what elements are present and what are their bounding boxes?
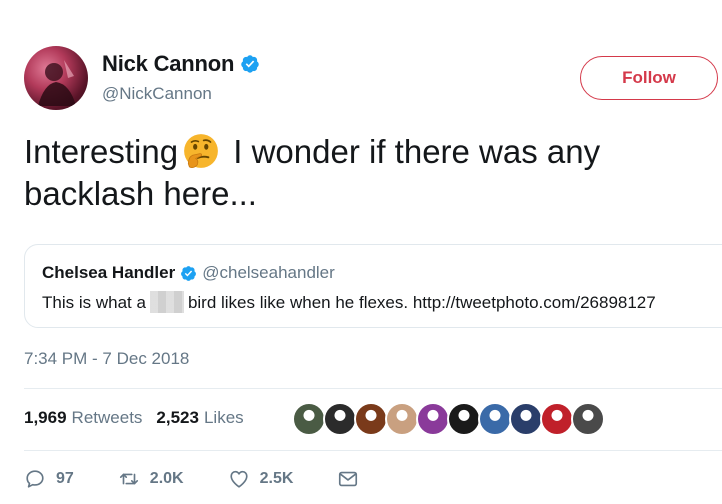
divider [24,388,722,389]
retweet-icon [119,473,138,485]
quoted-tweet-text: This is what a bird likes like when he fl… [42,291,656,313]
verified-badge-icon [181,265,197,281]
direct-message-button[interactable] [337,468,359,490]
tweet-timestamp[interactable]: 7:34 PM - 7 Dec 2018 [24,349,189,369]
tweet-actions: 97 2.0K 2.5K [24,468,403,490]
tweet-stats: 1,969 Retweets 2,523 Likes [24,408,244,428]
divider [24,450,722,451]
likes-stat[interactable]: 2,523 Likes [156,408,243,428]
retweet-count: 2.0K [149,470,184,487]
liker-avatar[interactable] [416,402,450,436]
heart-icon [229,470,248,488]
liker-avatar[interactable] [540,402,574,436]
verified-badge-icon [241,55,260,73]
quoted-author-handle: @chelseahandler [202,263,335,282]
follow-button[interactable]: Follow [580,56,718,100]
liker-avatar[interactable] [385,402,419,436]
tweet-text-part-1: Interesting [24,133,179,170]
quoted-tweet[interactable]: Chelsea Handler @chelseahandler This is … [24,244,722,328]
liker-avatars [292,402,605,436]
retweet-button[interactable]: 2.0K [118,468,184,490]
like-button[interactable]: 2.5K [228,468,294,490]
liker-avatar[interactable] [509,402,543,436]
envelope-icon [339,471,358,487]
reply-button[interactable]: 97 [24,468,74,490]
liker-avatar[interactable] [292,402,326,436]
author-name[interactable]: Nick Cannon [102,51,234,77]
retweets-stat[interactable]: 1,969 Retweets [24,408,142,428]
reply-count: 97 [56,470,74,487]
quoted-tweet-header: Chelsea Handler @chelseahandler [42,263,335,283]
author-avatar[interactable] [24,46,88,110]
retweets-label: Retweets [71,408,143,427]
quoted-text-part-1: This is what a [42,293,146,312]
tweet-text: Interesting I wonder if there was any ba… [24,131,704,215]
like-count: 2.5K [259,470,294,487]
liker-avatar[interactable] [323,402,357,436]
likes-label: Likes [203,408,244,427]
author-block: Nick Cannon @NickCannon [102,50,260,104]
likes-count: 2,523 [156,408,199,427]
reply-icon [26,470,44,488]
liker-avatar[interactable] [354,402,388,436]
quoted-text-part-2: bird likes like when he flexes. http://t… [187,293,656,312]
censored-word-blur [149,291,184,313]
liker-avatar[interactable] [571,402,605,436]
liker-avatar[interactable] [478,402,512,436]
thinking-face-emoji-icon [184,134,218,168]
quoted-author-name: Chelsea Handler [42,263,176,282]
author-handle[interactable]: @NickCannon [102,84,260,104]
retweets-count: 1,969 [24,408,67,427]
liker-avatar[interactable] [447,402,481,436]
